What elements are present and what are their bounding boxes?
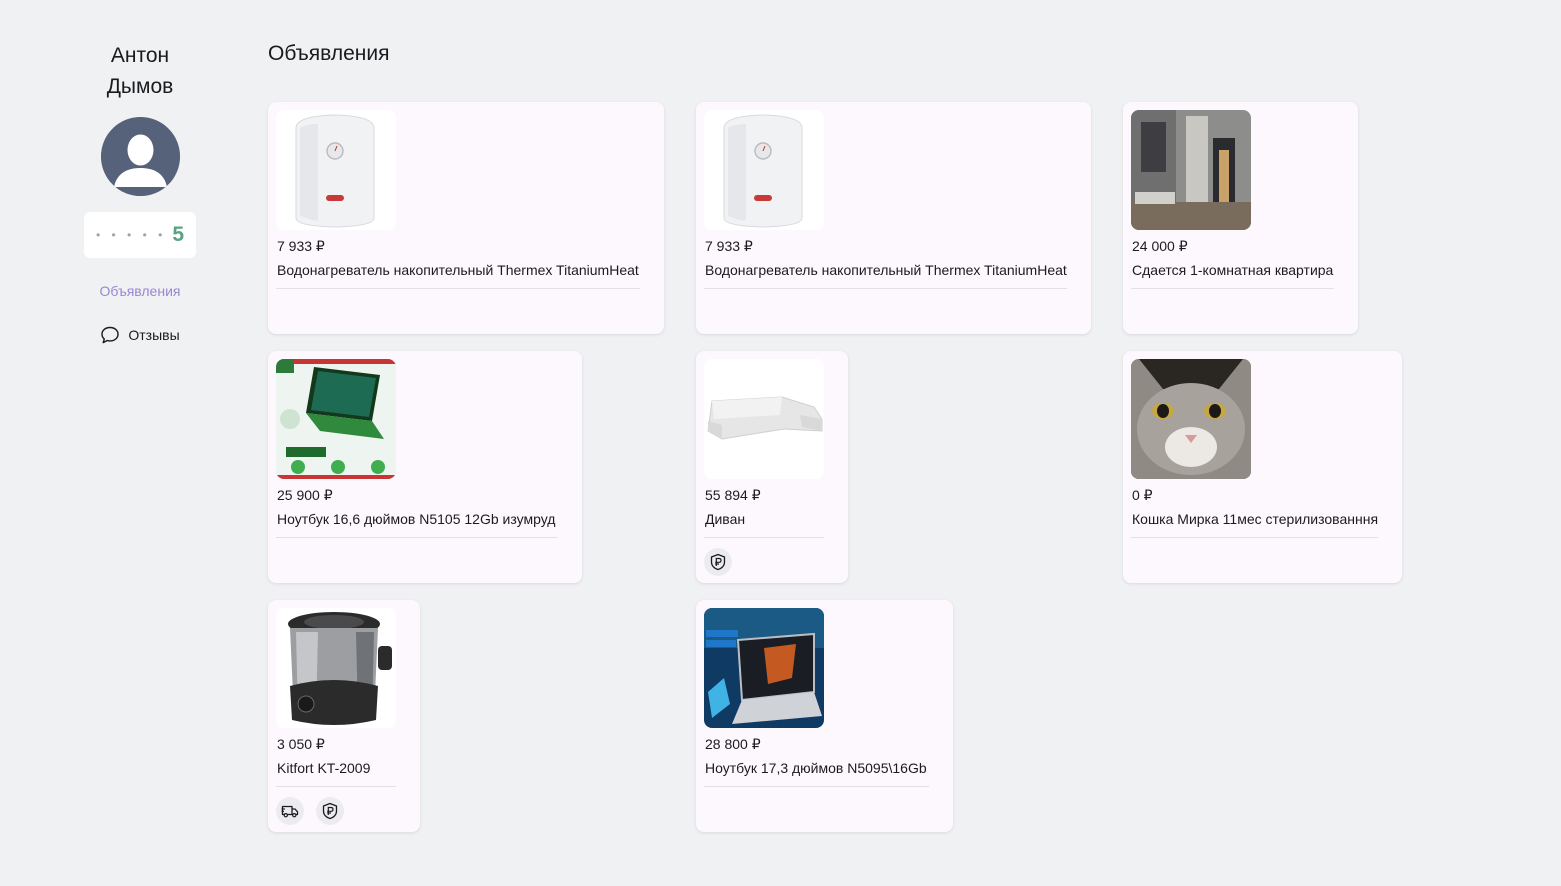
listing-badges: [704, 548, 824, 576]
cat-image: [1131, 359, 1251, 479]
rating-stars-icon: • • • • •: [95, 228, 167, 242]
listing-image[interactable]: [704, 359, 824, 479]
listing-image[interactable]: [276, 359, 396, 479]
listing-price: 25 900 ₽: [277, 487, 333, 503]
laptop-image: [704, 608, 824, 728]
profile-sidebar: Антон Дымов • • • • • 5 Объявления Отзыв…: [84, 40, 196, 345]
ruble-protection-icon[interactable]: [316, 797, 344, 825]
user-silhouette-icon: [100, 117, 180, 196]
listing-price: 0 ₽: [1132, 487, 1153, 503]
listing-image[interactable]: [704, 110, 824, 230]
profile-last-name: Дымов: [106, 75, 174, 98]
listing-price: 7 933 ₽: [705, 238, 753, 254]
listing-image[interactable]: [1131, 359, 1251, 479]
nav-item-ads[interactable]: Объявления: [84, 283, 196, 299]
listing-image[interactable]: [276, 110, 396, 230]
ruble-protection-icon[interactable]: [704, 548, 732, 576]
listing-badges: [276, 797, 396, 825]
green-laptop-image: [276, 359, 396, 479]
profile-name: Антон Дымов: [84, 40, 196, 102]
water-heater-image: [276, 110, 396, 230]
speech-bubble-icon: [101, 326, 120, 344]
rating-value: 5: [172, 223, 185, 246]
nav-item-reviews[interactable]: Отзывы: [84, 325, 196, 345]
deep-fryer-image: [276, 608, 396, 728]
listing-title[interactable]: Водонагреватель накопительный Thermex Ti…: [276, 262, 640, 289]
listing-title[interactable]: Водонагреватель накопительный Thermex Ti…: [704, 262, 1067, 289]
listing-card[interactable]: 3 050 ₽ Kitfort KT-2009: [268, 600, 420, 832]
listing-card[interactable]: 7 933 ₽ Водонагреватель накопительный Th…: [268, 102, 664, 334]
listing-image[interactable]: [1131, 110, 1251, 230]
listing-title[interactable]: Кошка Мирка 11мес стерилизованння: [1131, 511, 1378, 538]
listing-price: 3 050 ₽: [277, 736, 325, 752]
listing-title[interactable]: Kitfort KT-2009: [276, 760, 396, 787]
listing-image[interactable]: [276, 608, 396, 728]
listing-price: 7 933 ₽: [277, 238, 325, 254]
listing-card[interactable]: 55 894 ₽ Диван: [696, 351, 848, 583]
nav-reviews-label: Отзывы: [128, 327, 180, 343]
listing-card[interactable]: 25 900 ₽ Ноутбук 16,6 дюймов N5105 12Gb …: [268, 351, 582, 583]
listing-price: 55 894 ₽: [705, 487, 761, 503]
avatar[interactable]: [100, 117, 180, 196]
listing-title[interactable]: Ноутбук 16,6 дюймов N5105 12Gb изумруд: [276, 511, 558, 538]
listing-card[interactable]: 7 933 ₽ Водонагреватель накопительный Th…: [696, 102, 1091, 334]
listing-title[interactable]: Сдается 1-комнатная квартира: [1131, 262, 1334, 289]
profile-first-name: Антон: [110, 44, 170, 67]
apartment-room-image: [1131, 110, 1251, 230]
listing-price: 24 000 ₽: [1132, 238, 1188, 254]
listing-title[interactable]: Диван: [704, 511, 824, 538]
rating-box: • • • • • 5: [84, 212, 196, 258]
listing-card[interactable]: 0 ₽ Кошка Мирка 11мес стерилизованння: [1123, 351, 1402, 583]
listing-card[interactable]: 28 800 ₽ Ноутбук 17,3 дюймов N5095\16Gb: [696, 600, 953, 832]
sofa-image: [704, 359, 824, 479]
listing-image[interactable]: [704, 608, 824, 728]
page-title: Объявления: [268, 42, 390, 65]
listing-price: 28 800 ₽: [705, 736, 761, 752]
water-heater-image: [704, 110, 824, 230]
delivery-truck-icon[interactable]: [276, 797, 304, 825]
listing-card[interactable]: 24 000 ₽ Сдается 1-комнатная квартира: [1123, 102, 1358, 334]
listing-title[interactable]: Ноутбук 17,3 дюймов N5095\16Gb: [704, 760, 929, 787]
